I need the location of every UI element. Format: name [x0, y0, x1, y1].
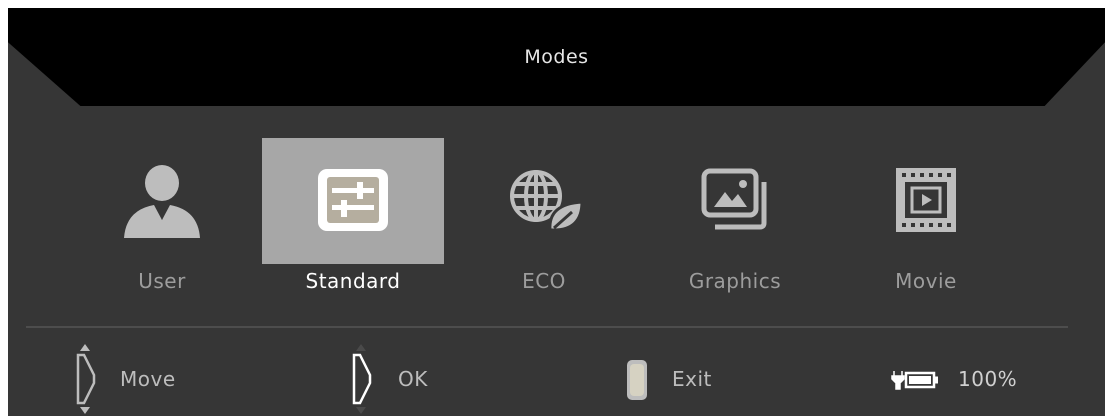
mode-standard[interactable]	[262, 138, 444, 264]
battery-label: 100%	[958, 367, 1018, 391]
mode-graphics[interactable]	[644, 138, 826, 264]
mode-eco[interactable]	[453, 138, 635, 264]
footer-divider	[26, 326, 1068, 328]
hint-ok-label: OK	[398, 367, 428, 391]
hint-move: Move	[70, 342, 230, 416]
page-title: Modes	[524, 46, 589, 68]
hint-exit: Exit	[622, 342, 752, 416]
battery-status: 100%	[888, 342, 1078, 416]
joystick-press-icon	[346, 342, 376, 416]
mode-label-eco: ECO	[522, 269, 566, 293]
mode-user[interactable]	[71, 138, 253, 264]
user-icon	[114, 160, 210, 240]
mode-label-graphics: Graphics	[688, 269, 782, 293]
picture-gallery-icon	[687, 160, 783, 240]
mode-movie[interactable]	[835, 138, 1017, 264]
osd-panel: Modes User Standard ECO Graphics Movie M…	[8, 8, 1105, 416]
hint-ok: OK	[346, 342, 476, 416]
joystick-move-icon	[70, 342, 100, 416]
eco-globe-leaf-icon	[496, 160, 592, 240]
sliders-icon	[305, 160, 401, 240]
hint-move-label: Move	[120, 367, 176, 391]
battery-icon	[888, 342, 952, 416]
mode-label-movie: Movie	[895, 269, 957, 293]
mode-label-user: User	[138, 269, 186, 293]
hint-exit-label: Exit	[672, 367, 712, 391]
mode-label-standard: Standard	[305, 269, 401, 293]
header-bar: Modes	[8, 8, 1105, 106]
exit-button-icon	[622, 342, 652, 416]
film-play-icon	[878, 160, 974, 240]
